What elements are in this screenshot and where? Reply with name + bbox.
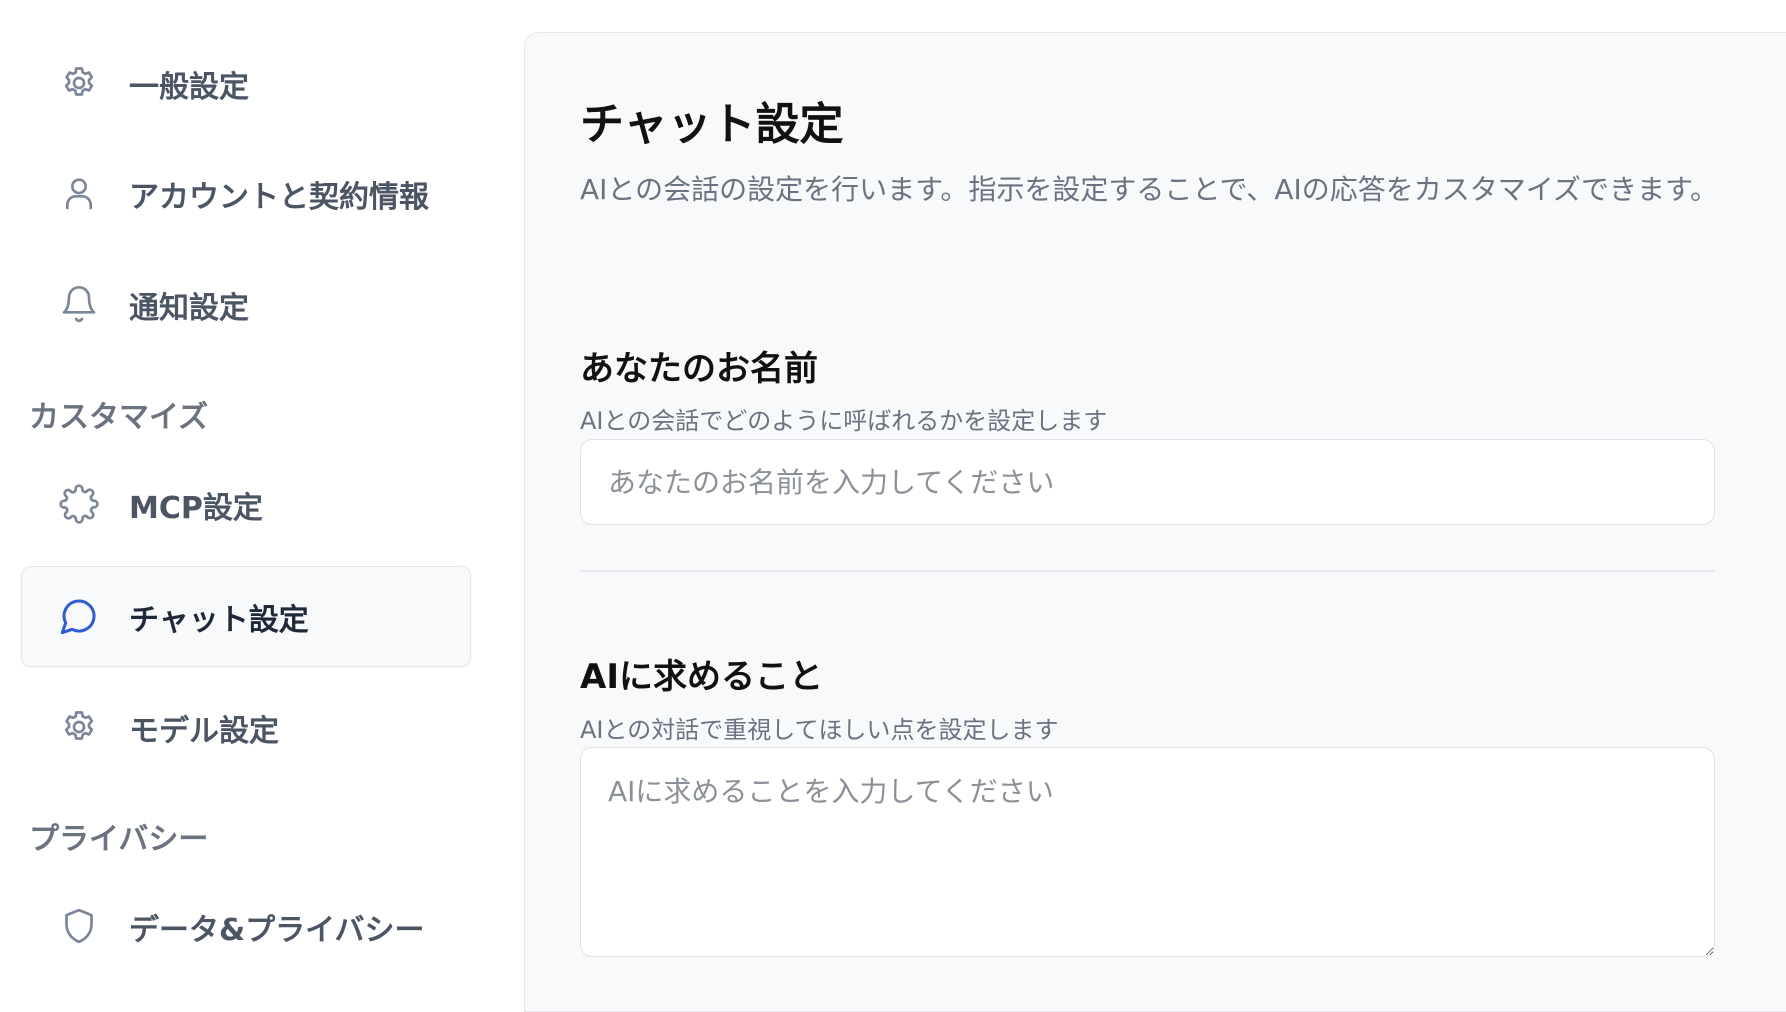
- sidebar-item-label: モデル設定: [129, 713, 279, 749]
- shield-icon: [57, 904, 101, 948]
- gear-icon: [57, 705, 101, 749]
- name-field-description: AIとの会話でどのように呼ばれるかを設定します: [580, 407, 1108, 435]
- sidebar-item-notifications[interactable]: 通知設定: [21, 254, 471, 355]
- settings-sidebar: 一般設定 アカウントと契約情報 通知設定 カスタマイズ MCP設定 チャット設定…: [0, 0, 500, 978]
- sidebar-item-label: チャット設定: [129, 602, 309, 638]
- name-field-title: あなたのお名前: [580, 349, 818, 389]
- sidebar-item-account[interactable]: アカウントと契約情報: [21, 143, 471, 244]
- sidebar-item-label: 一般設定: [129, 69, 249, 105]
- sidebar-item-label: アカウントと契約情報: [129, 179, 429, 215]
- sidebar-item-general[interactable]: 一般設定: [21, 33, 471, 134]
- page-description: AIとの会話の設定を行います。指示を設定することで、AIの応答をカスタマイズでき…: [580, 173, 1719, 206]
- chat-settings-panel: チャット設定 AIとの会話の設定を行います。指示を設定することで、AIの応答をカ…: [524, 32, 1786, 1012]
- sidebar-item-label: データ&プライバシー: [129, 912, 425, 948]
- sidebar-item-model-settings[interactable]: モデル設定: [21, 677, 471, 778]
- page-title: チャット設定: [580, 99, 844, 150]
- ai-expectation-field-title: AIに求めること: [580, 657, 823, 697]
- sidebar-item-mcp[interactable]: MCP設定: [21, 454, 471, 555]
- sidebar-item-chat-settings[interactable]: チャット設定: [21, 566, 471, 667]
- sidebar-item-label: MCP設定: [129, 490, 263, 526]
- sidebar-item-data-privacy[interactable]: データ&プライバシー: [21, 876, 471, 977]
- sidebar-item-label: 通知設定: [129, 290, 249, 326]
- ai-expectation-field-description: AIとの対話で重視してほしい点を設定します: [580, 716, 1059, 744]
- ai-expectation-textarea[interactable]: [580, 747, 1715, 957]
- gear-icon: [57, 61, 101, 105]
- section-divider: [580, 570, 1715, 572]
- bell-icon: [57, 282, 101, 326]
- name-input[interactable]: [580, 439, 1715, 525]
- puzzle-icon: [57, 482, 101, 526]
- section-header-privacy: プライバシー: [29, 822, 209, 857]
- user-icon: [57, 171, 101, 215]
- section-header-customize: カスタマイズ: [29, 400, 209, 435]
- chat-bubble-icon: [57, 594, 101, 638]
